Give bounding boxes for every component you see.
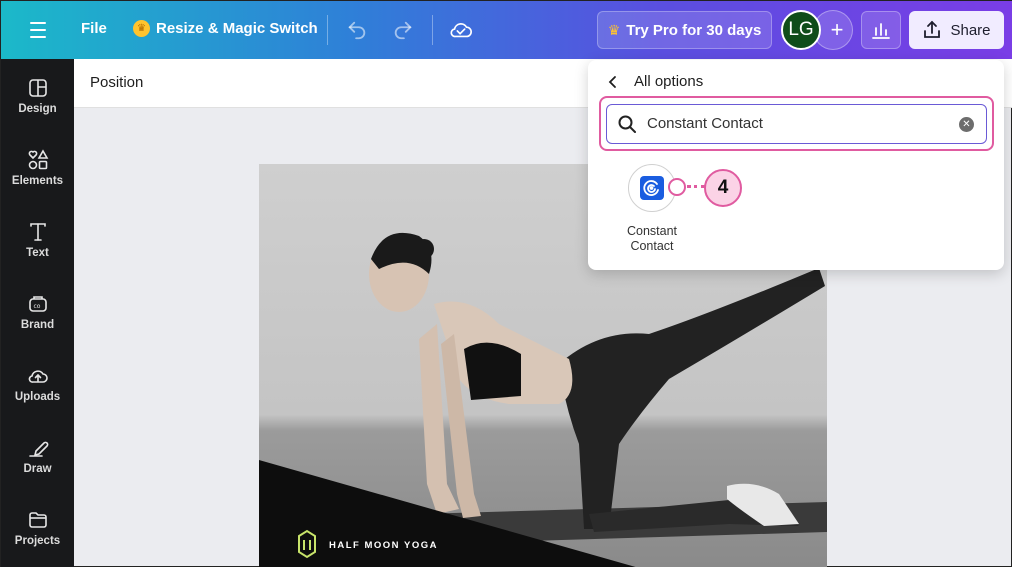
sidebar-item-label: Brand: [20, 319, 55, 331]
elements-icon: [28, 149, 48, 170]
projects-icon: [28, 512, 47, 528]
sidebar-item-design[interactable]: Design: [1, 77, 74, 133]
sidebar-item-elements[interactable]: Elements: [1, 149, 74, 205]
sidebar-item-label: Uploads: [14, 391, 61, 403]
svg-text:co: co: [33, 303, 40, 310]
undo-button[interactable]: [344, 17, 370, 43]
avatar[interactable]: LG: [781, 10, 821, 50]
share-options-panel: All options ✕ Constant Contact 4: [588, 60, 1004, 270]
clear-search-button[interactable]: ✕: [959, 117, 974, 132]
callout-connector: [687, 185, 705, 189]
search-box[interactable]: ✕: [606, 104, 987, 144]
sidebar-item-label: Elements: [11, 175, 64, 187]
sidebar-item-label: Projects: [14, 535, 61, 547]
constant-contact-logo-icon: [640, 176, 664, 200]
crown-icon: ♛: [607, 21, 621, 38]
insights-button[interactable]: [861, 11, 901, 49]
toolbar-divider: [432, 15, 433, 45]
file-menu-button[interactable]: File: [81, 20, 107, 37]
share-upload-icon: [924, 20, 941, 38]
try-pro-button[interactable]: ♛ Try Pro for 30 days: [597, 11, 772, 49]
try-pro-label: Try Pro for 30 days: [626, 21, 762, 39]
text-icon: [29, 223, 46, 241]
crown-icon: ♛: [133, 20, 150, 37]
share-label: Share: [950, 21, 991, 39]
sidebar-item-uploads[interactable]: Uploads: [1, 365, 74, 421]
app-label-line: Constant: [626, 224, 678, 238]
step-callout-badge: 4: [704, 169, 742, 207]
sidebar-item-draw[interactable]: Draw: [1, 437, 74, 493]
hamburger-line: [30, 36, 46, 38]
app-label-line: Contact: [630, 239, 674, 253]
cloud-check-icon: [450, 23, 472, 38]
cloud-save-button[interactable]: [448, 17, 474, 43]
brand-name-text: HALF MOON YOGA: [329, 540, 438, 551]
sidebar-item-label: Draw: [23, 463, 52, 475]
sidebar-item-projects[interactable]: Projects: [1, 509, 74, 565]
plus-icon: +: [830, 17, 844, 42]
back-chevron-icon[interactable]: [606, 74, 620, 90]
undo-icon: [348, 21, 366, 40]
sidebar-item-brand[interactable]: co Brand: [1, 293, 74, 349]
top-bar: File ♛ Resize & Magic Switch ♛ Try Pro f…: [1, 1, 1012, 59]
sidebar-item-text[interactable]: Text: [1, 221, 74, 277]
app-label: Constant Contact: [612, 224, 692, 254]
design-icon: [28, 79, 47, 97]
sidebar-item-label: Text: [26, 247, 49, 259]
brand-icon: co: [28, 296, 47, 312]
bar-chart-icon: [872, 23, 890, 39]
menu-button[interactable]: [23, 19, 53, 41]
hamburger-line: [30, 29, 46, 31]
redo-icon: [394, 21, 412, 40]
search-input[interactable]: [647, 105, 947, 142]
sidebar-item-label: Design: [18, 103, 57, 115]
callout-ring: [668, 178, 686, 196]
position-button[interactable]: Position: [90, 74, 143, 91]
search-icon: [618, 115, 636, 133]
sidebar: Design Elements Text co Brand Uploads Dr…: [1, 59, 74, 567]
resize-label: Resize & Magic Switch: [156, 20, 318, 37]
draw-icon: [28, 441, 48, 457]
redo-button[interactable]: [390, 17, 416, 43]
hamburger-line: [30, 22, 46, 24]
uploads-icon: [28, 370, 48, 383]
share-button[interactable]: Share: [909, 11, 1004, 49]
close-icon: ✕: [962, 119, 971, 130]
toolbar-divider: [327, 15, 328, 45]
panel-title: All options: [634, 73, 704, 90]
resize-magic-switch-button[interactable]: ♛ Resize & Magic Switch: [133, 20, 318, 37]
